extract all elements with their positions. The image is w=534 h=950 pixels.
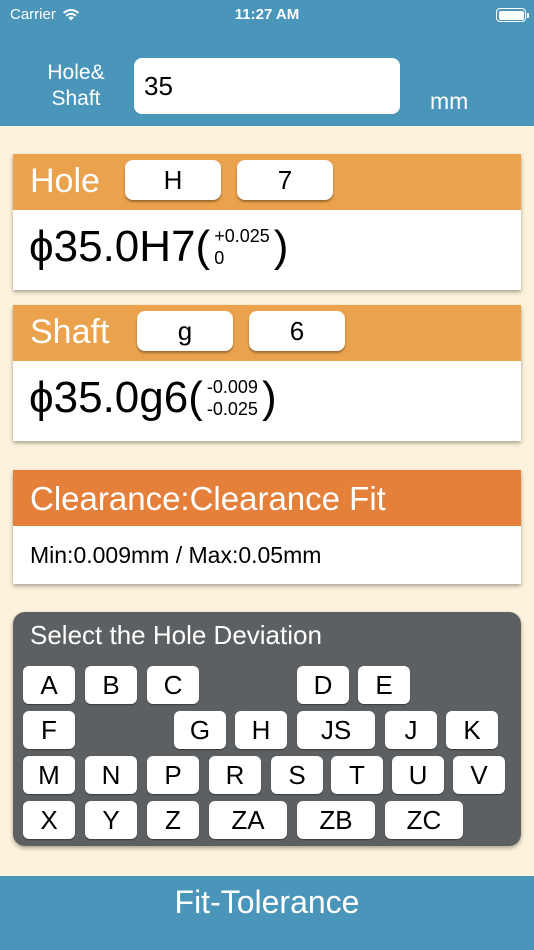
hole-upper-deviation: +0.025 [214, 226, 270, 246]
hole-deviations: +0.025 0 [214, 225, 270, 269]
key-U[interactable]: U [392, 756, 444, 794]
key-E[interactable]: E [358, 666, 410, 704]
hole-letter-button[interactable]: H [125, 160, 221, 200]
hole-lower-deviation: 0 [214, 248, 225, 268]
key-F[interactable]: F [23, 711, 75, 749]
key-T[interactable]: T [331, 756, 383, 794]
shaft-designation: ϕ35.0g6 [29, 373, 189, 422]
shaft-grade-button[interactable]: 6 [249, 311, 345, 351]
key-N[interactable]: N [85, 756, 137, 794]
key-P[interactable]: P [147, 756, 199, 794]
key-X[interactable]: X [23, 801, 75, 839]
key-B[interactable]: B [85, 666, 137, 704]
shaft-card-header: Shaft g 6 [13, 305, 521, 361]
hole-result: ϕ35.0H7 ( +0.025 0 ) [13, 210, 521, 290]
hole-paren-close: ) [273, 222, 289, 271]
hole-card-header: Hole H 7 [13, 154, 521, 210]
hole-title: Hole [30, 162, 100, 200]
fit-detail-box: Min:0.009mm / Max:0.05mm [13, 526, 521, 584]
fit-type: Clearance:Clearance Fit [30, 480, 386, 517]
shaft-result: ϕ35.0g6 ( -0.009 -0.025 ) [13, 361, 521, 441]
key-K[interactable]: K [446, 711, 498, 749]
fit-card-header: Clearance:Clearance Fit [13, 470, 521, 526]
size-label-line1: Hole& [47, 61, 105, 84]
unit-label: mm [430, 88, 469, 114]
shaft-result-line: ϕ35.0g6 ( -0.009 -0.025 ) [29, 373, 277, 423]
size-label: Hole& Shaft [40, 60, 112, 112]
shaft-paren-close: ) [261, 373, 277, 422]
hole-card: Hole H 7 ϕ35.0H7 ( +0.025 0 ) [13, 154, 521, 290]
key-D[interactable]: D [297, 666, 349, 704]
size-label-line2: Shaft [51, 87, 101, 110]
input-bar: Hole& Shaft mm [0, 30, 534, 126]
key-C[interactable]: C [147, 666, 199, 704]
shaft-lower-deviation: -0.025 [206, 399, 258, 419]
key-ZA[interactable]: ZA [209, 801, 287, 839]
hole-deviation-keyboard: Select the Hole Deviation A B C D E F G … [13, 612, 521, 846]
shaft-title: Shaft [30, 313, 110, 351]
hole-designation: ϕ35.0H7 [29, 222, 196, 271]
key-M[interactable]: M [23, 756, 75, 794]
battery-icon [496, 8, 529, 22]
key-R[interactable]: R [209, 756, 261, 794]
key-H[interactable]: H [235, 711, 287, 749]
fit-detail: Min:0.009mm / Max:0.05mm [30, 542, 322, 568]
size-input[interactable] [134, 58, 400, 114]
shaft-deviations: -0.009 -0.025 [207, 376, 258, 420]
app-footer: Fit-Tolerance [0, 876, 534, 950]
hole-paren-open: ( [195, 222, 211, 271]
app-title: Fit-Tolerance [174, 884, 360, 920]
shaft-paren-open: ( [188, 373, 203, 422]
key-ZC[interactable]: ZC [385, 801, 463, 839]
key-A[interactable]: A [23, 666, 75, 704]
key-ZB[interactable]: ZB [297, 801, 375, 839]
key-S[interactable]: S [271, 756, 323, 794]
status-bar: Carrier 11:27 AM [0, 0, 534, 30]
key-G[interactable]: G [174, 711, 226, 749]
keyboard-title: Select the Hole Deviation [30, 620, 322, 650]
hole-grade-button[interactable]: 7 [237, 160, 333, 200]
status-time: 11:27 AM [234, 6, 300, 23]
shaft-upper-deviation: -0.009 [206, 377, 258, 397]
shaft-card: Shaft g 6 ϕ35.0g6 ( -0.009 -0.025 ) [13, 305, 521, 441]
key-Y[interactable]: Y [85, 801, 137, 839]
key-V[interactable]: V [453, 756, 505, 794]
key-JS[interactable]: JS [297, 711, 375, 749]
shaft-letter-button[interactable]: g [137, 311, 233, 351]
key-Z[interactable]: Z [147, 801, 199, 839]
key-J[interactable]: J [385, 711, 437, 749]
fit-card: Clearance:Clearance Fit Min:0.009mm / Ma… [13, 470, 521, 584]
hole-result-line: ϕ35.0H7 ( +0.025 0 ) [29, 222, 288, 272]
